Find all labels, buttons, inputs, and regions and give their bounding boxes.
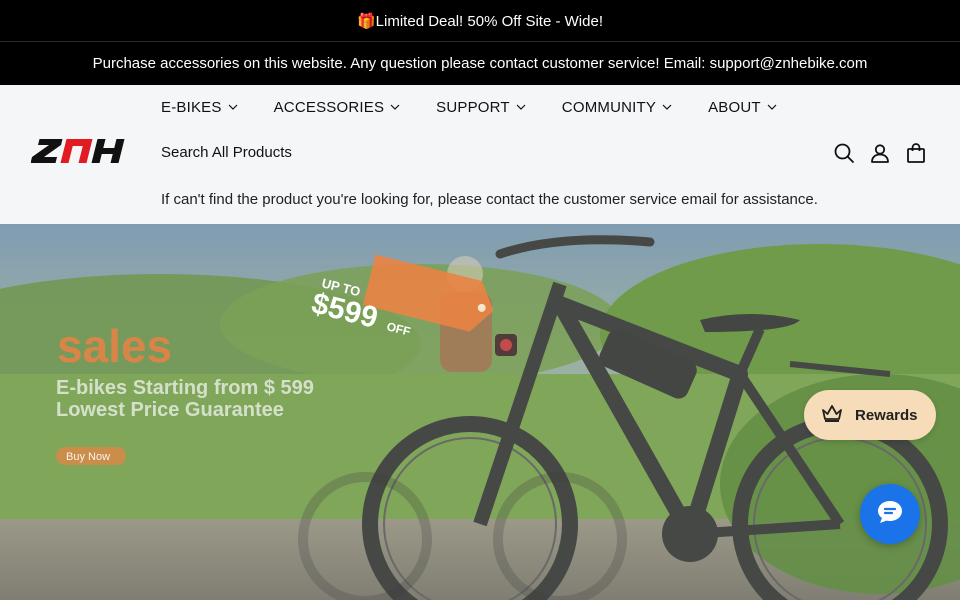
nav-item-accessories[interactable]: ACCESSORIES bbox=[274, 96, 401, 118]
nav-item-about[interactable]: ABOUT bbox=[708, 96, 777, 118]
nav-item-label: E-BIKES bbox=[161, 98, 222, 116]
nav-item-label: COMMUNITY bbox=[561, 98, 657, 116]
chevron-down-icon bbox=[390, 102, 400, 112]
chat-button[interactable] bbox=[860, 484, 920, 544]
chevron-down-icon bbox=[516, 102, 526, 112]
nav-item-label: ABOUT bbox=[708, 98, 761, 116]
rewards-button[interactable]: Rewards bbox=[804, 390, 936, 440]
info-bar: Purchase accessories on this website. An… bbox=[0, 42, 960, 85]
header-actions bbox=[833, 142, 927, 164]
main-nav: E-BIKES ACCESSORIES SUPPORT COMMUNITY AB… bbox=[161, 96, 813, 118]
nav-item-label: ACCESSORIES bbox=[273, 98, 385, 116]
cart-icon[interactable] bbox=[905, 142, 927, 164]
chat-bubble-icon bbox=[875, 497, 905, 532]
announcement-bar: 🎁Limited Deal! 50% Off Site - Wide! bbox=[0, 0, 960, 42]
nav-item-label: SUPPORT bbox=[436, 98, 510, 116]
rewards-label: Rewards bbox=[855, 406, 918, 424]
nav-item-community[interactable]: COMMUNITY bbox=[562, 96, 672, 118]
account-icon[interactable] bbox=[869, 142, 891, 164]
search-icon[interactable] bbox=[833, 142, 855, 164]
announcement-text: 🎁Limited Deal! 50% Off Site - Wide! bbox=[357, 12, 603, 30]
nav-item-ebikes[interactable]: E-BIKES bbox=[161, 96, 238, 118]
chevron-down-icon bbox=[228, 102, 238, 112]
search-all-products-link[interactable]: Search All Products bbox=[161, 144, 292, 161]
info-bar-text: Purchase accessories on this website. An… bbox=[92, 55, 868, 72]
crown-icon bbox=[821, 403, 843, 428]
site-header: E-BIKES ACCESSORIES SUPPORT COMMUNITY AB… bbox=[0, 85, 960, 224]
help-message: If can't find the product you're looking… bbox=[161, 191, 818, 208]
nav-item-support[interactable]: SUPPORT bbox=[436, 96, 526, 118]
brand-logo[interactable] bbox=[30, 137, 129, 165]
chevron-down-icon bbox=[662, 102, 672, 112]
chevron-down-icon bbox=[767, 102, 777, 112]
